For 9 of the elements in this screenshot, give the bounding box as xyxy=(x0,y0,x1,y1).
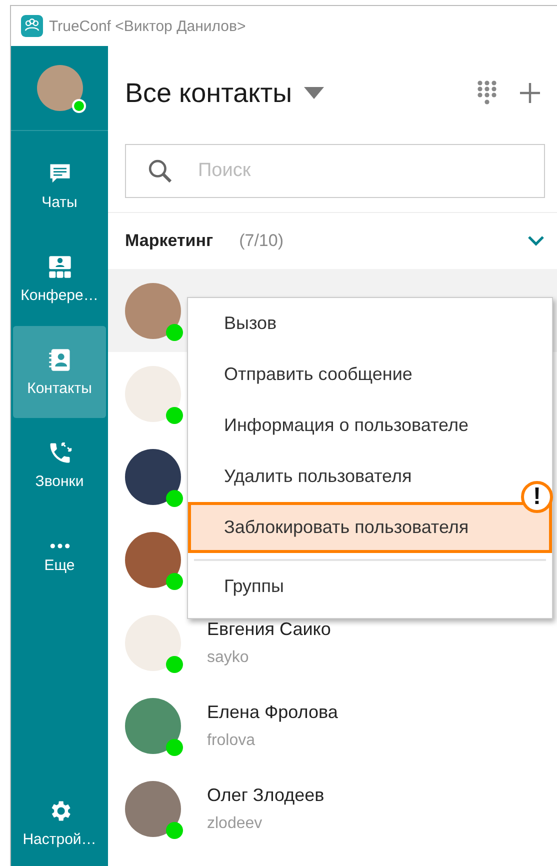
contact-name: Олег Злодеев xyxy=(207,784,324,806)
group-count: (7/10) xyxy=(239,231,284,251)
contact-login: frolova xyxy=(207,732,256,750)
contact-login: sayko xyxy=(207,648,250,666)
contact-name: Елена Фролова xyxy=(207,702,338,722)
contact-name: Евгения Саико xyxy=(207,618,331,640)
contact-login: zlodeev xyxy=(207,814,264,832)
group-name: Маркетинг xyxy=(125,231,214,251)
window-title: TrueConf <Виктор Данилов> xyxy=(49,18,246,34)
